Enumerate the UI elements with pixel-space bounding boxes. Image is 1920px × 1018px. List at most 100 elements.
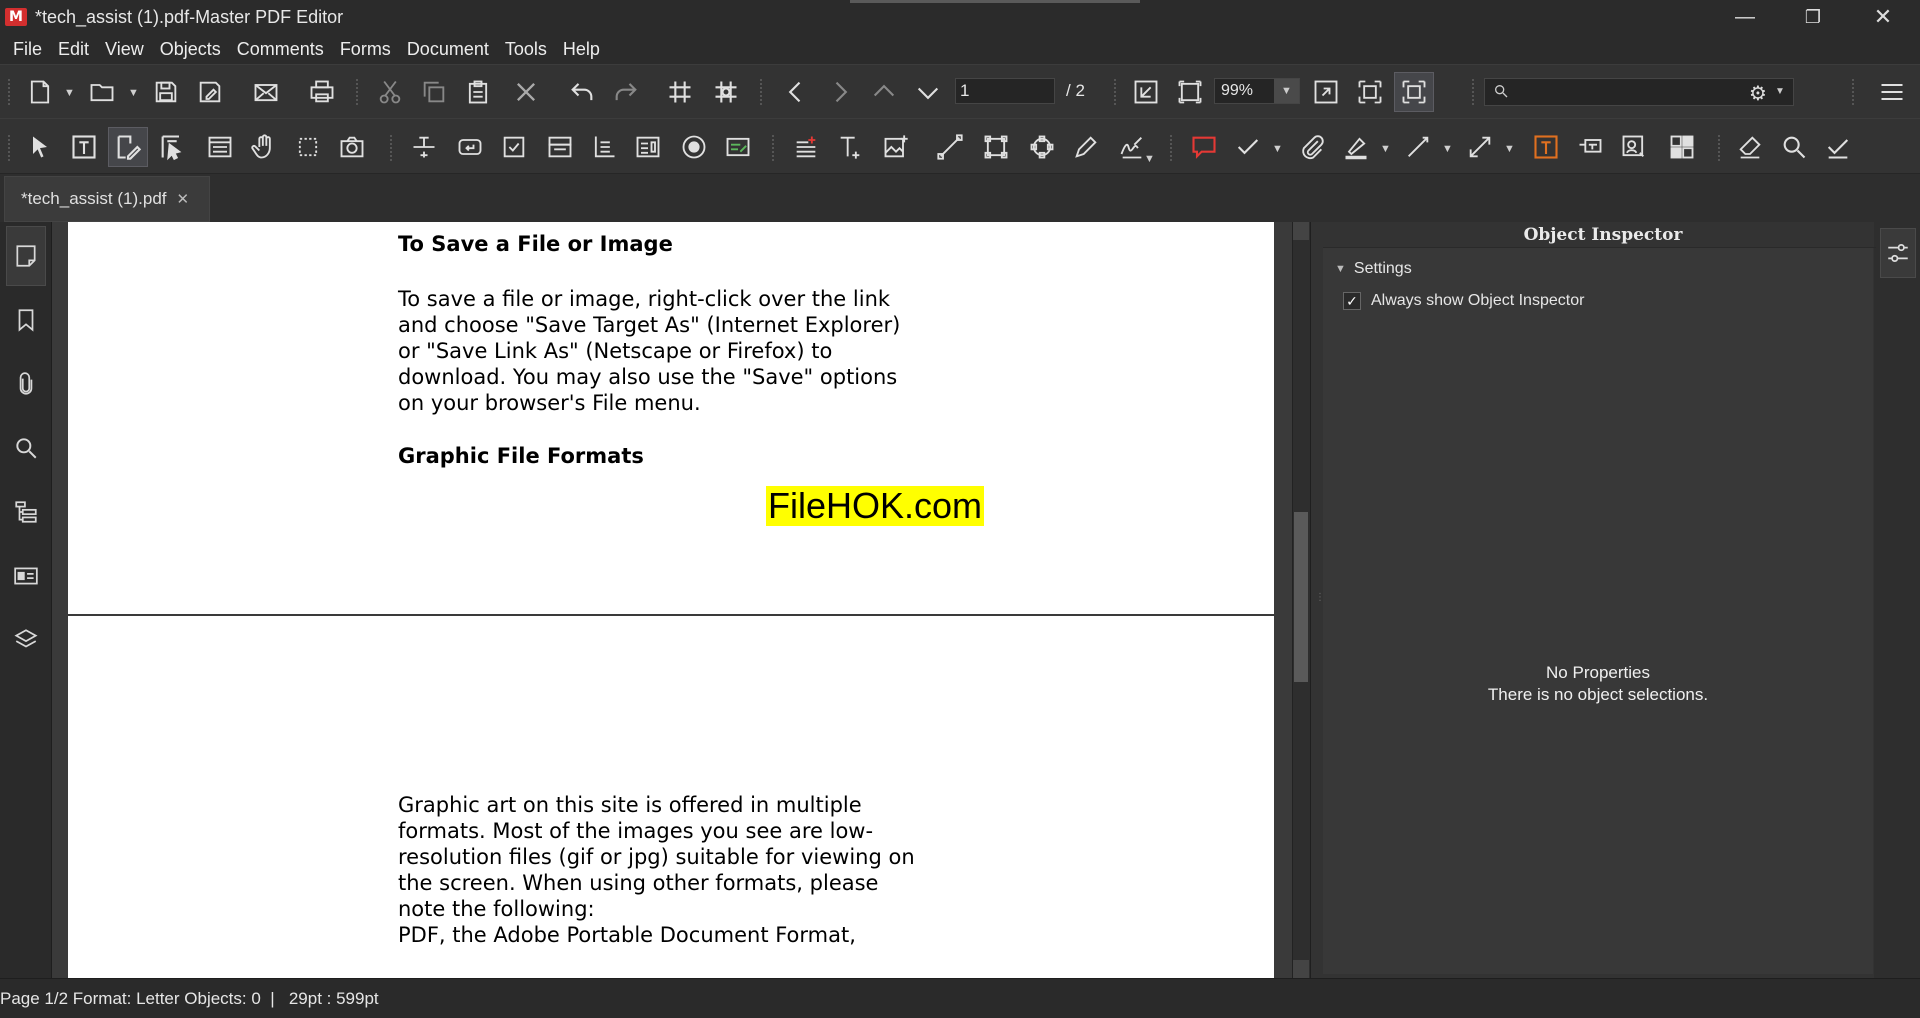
cut-icon[interactable]: [370, 72, 410, 112]
approve-check-icon[interactable]: [1818, 127, 1858, 167]
image-edit-icon[interactable]: [1614, 127, 1654, 167]
add-image-icon[interactable]: [876, 127, 916, 167]
pages-panel-icon[interactable]: [6, 226, 46, 286]
save-icon[interactable]: [146, 72, 186, 112]
previous-page-icon[interactable]: [776, 72, 816, 112]
close-button[interactable]: ✕: [1848, 0, 1918, 34]
collapse-triangle-icon[interactable]: ▼: [1335, 263, 1346, 275]
list-field-icon[interactable]: [628, 127, 668, 167]
checkbox-field-icon[interactable]: [494, 127, 534, 167]
menu-comments[interactable]: Comments: [230, 39, 333, 60]
checkmark-stamp-icon[interactable]: [1228, 127, 1268, 167]
always-show-checkbox[interactable]: ✓: [1343, 292, 1361, 310]
menu-view[interactable]: View: [98, 39, 153, 60]
select-arrow-icon[interactable]: [20, 127, 60, 167]
search-panel-icon[interactable]: [6, 418, 46, 478]
always-show-inspector-option[interactable]: ✓ Always show Object Inspector: [1343, 292, 1584, 310]
paste-icon[interactable]: [458, 72, 498, 112]
grid-icon[interactable]: [660, 72, 700, 112]
search-input[interactable]: [1515, 79, 1715, 105]
scroll-down-arrow[interactable]: [1293, 960, 1309, 978]
menu-help[interactable]: Help: [556, 39, 609, 60]
add-text-icon[interactable]: [830, 127, 870, 167]
new-dropdown-icon[interactable]: ▼: [64, 87, 75, 99]
menu-file[interactable]: File: [6, 39, 51, 60]
zoom-search-icon[interactable]: [1774, 127, 1814, 167]
scroll-thumb[interactable]: [1294, 512, 1308, 682]
search-options-dropdown-icon[interactable]: ▼: [1775, 86, 1785, 97]
sign-dropdown-icon[interactable]: ▼: [1144, 153, 1155, 165]
arrow-dropdown-icon[interactable]: ▼: [1504, 143, 1515, 155]
form-icon[interactable]: [200, 127, 240, 167]
menu-edit[interactable]: Edit: [51, 39, 98, 60]
list-box-icon[interactable]: [584, 127, 624, 167]
highlight-marker-icon[interactable]: [1336, 127, 1376, 167]
stamp-dropdown-icon[interactable]: ▼: [1272, 143, 1283, 155]
attach-paperclip-icon[interactable]: [1292, 127, 1332, 167]
snap-grid-icon[interactable]: [706, 72, 746, 112]
undo-icon[interactable]: [562, 72, 602, 112]
first-page-icon[interactable]: [864, 72, 904, 112]
structure-panel-icon[interactable]: [6, 482, 46, 542]
print-icon[interactable]: [302, 72, 342, 112]
text-box-icon[interactable]: [1526, 127, 1566, 167]
new-document-icon[interactable]: [20, 72, 60, 112]
radio-button-icon[interactable]: [674, 127, 714, 167]
highlight-dropdown-icon[interactable]: ▼: [1380, 143, 1391, 155]
scroll-up-arrow[interactable]: [1293, 222, 1309, 240]
settings-section[interactable]: ▼ Settings: [1335, 260, 1412, 278]
hand-tool-icon[interactable]: [244, 127, 284, 167]
signatures-panel-icon[interactable]: [6, 546, 46, 606]
arrow-line-icon[interactable]: [1460, 127, 1500, 167]
ellipse-tool-icon[interactable]: [1022, 127, 1062, 167]
open-dropdown-icon[interactable]: ▼: [128, 87, 139, 99]
restore-button[interactable]: ❐: [1778, 0, 1848, 34]
attachments-panel-icon[interactable]: [6, 354, 46, 414]
select-text-icon[interactable]: [64, 127, 104, 167]
pencil-icon[interactable]: [1066, 127, 1106, 167]
open-folder-icon[interactable]: [82, 72, 122, 112]
vertical-scrollbar[interactable]: [1292, 222, 1309, 978]
document-tab[interactable]: *tech_assist (1).pdf ✕: [4, 176, 210, 222]
eraser-icon[interactable]: [1730, 127, 1770, 167]
document-view[interactable]: To Save a File or Image To save a file o…: [52, 222, 1292, 978]
zoom-dropdown-icon[interactable]: ▼: [1274, 79, 1299, 103]
save-as-icon[interactable]: [190, 72, 230, 112]
measure-line-icon[interactable]: [1398, 127, 1438, 167]
search-settings-gear-icon[interactable]: ⚙: [1749, 81, 1767, 106]
layers-panel-icon[interactable]: [6, 610, 46, 670]
line-tool-icon[interactable]: [930, 127, 970, 167]
text-field-icon[interactable]: [404, 127, 444, 167]
menu-document[interactable]: Document: [400, 39, 498, 60]
menu-forms[interactable]: Forms: [333, 39, 400, 60]
insert-text-icon[interactable]: [786, 127, 826, 167]
full-screen-icon[interactable]: [1394, 72, 1434, 112]
page-number-input[interactable]: [955, 78, 1055, 104]
snapshot-camera-icon[interactable]: [332, 127, 372, 167]
signature-field-icon[interactable]: [718, 127, 758, 167]
tab-close-icon[interactable]: ✕: [177, 190, 190, 208]
callout-icon[interactable]: [1570, 127, 1610, 167]
comment-note-icon[interactable]: [1184, 127, 1224, 167]
edit-object-icon[interactable]: [152, 127, 192, 167]
fit-visible-icon[interactable]: [1350, 72, 1390, 112]
actual-size-icon[interactable]: [1126, 72, 1166, 112]
next-page-icon[interactable]: [820, 72, 860, 112]
combo-box-icon[interactable]: [540, 127, 580, 167]
hamburger-menu-icon[interactable]: [1872, 72, 1912, 112]
crop-tool-icon[interactable]: [288, 127, 328, 167]
menu-tools[interactable]: Tools: [498, 39, 556, 60]
copy-icon[interactable]: [414, 72, 454, 112]
bookmarks-panel-icon[interactable]: [6, 290, 46, 350]
search-box[interactable]: ⚙ ▼: [1484, 78, 1794, 106]
email-icon[interactable]: [246, 72, 286, 112]
properties-sliders-icon[interactable]: [1880, 228, 1916, 278]
fit-page-icon[interactable]: [1170, 72, 1210, 112]
arrange-icon[interactable]: [1662, 127, 1702, 167]
measure-dropdown-icon[interactable]: ▼: [1442, 143, 1453, 155]
edit-document-icon[interactable]: [108, 127, 148, 167]
menu-objects[interactable]: Objects: [153, 39, 230, 60]
last-page-icon[interactable]: [908, 72, 948, 112]
delete-icon[interactable]: [506, 72, 546, 112]
redo-icon[interactable]: [606, 72, 646, 112]
